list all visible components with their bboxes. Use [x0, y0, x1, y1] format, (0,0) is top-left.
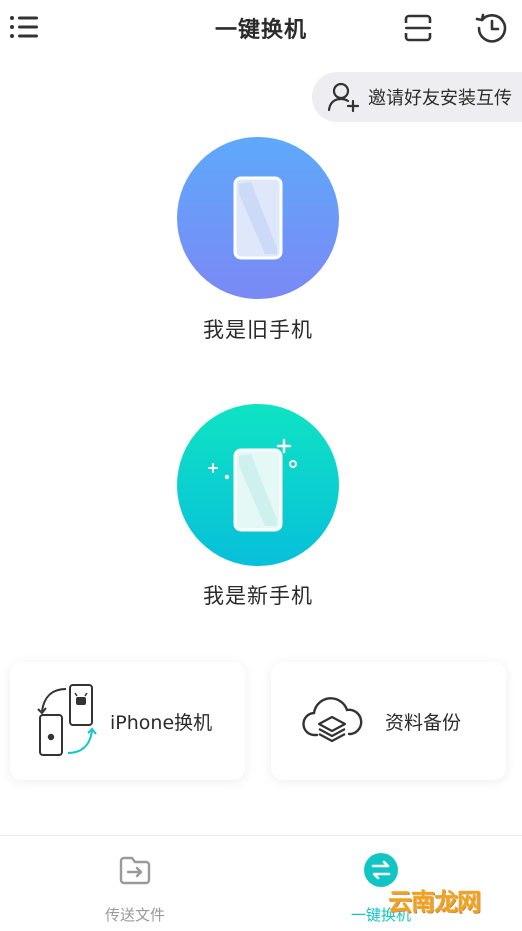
data-backup-card[interactable]: 资料备份	[271, 662, 506, 780]
watermark: 云南龙网	[388, 888, 481, 916]
scan-button[interactable]	[402, 12, 434, 44]
old-phone-button[interactable]	[177, 137, 339, 299]
old-phone-label: 我是旧手机	[203, 318, 313, 342]
new-phone-button[interactable]	[177, 404, 339, 566]
new-phone-icon	[208, 438, 297, 532]
page-title: 一键换机	[214, 18, 307, 43]
scan-frame-icon	[404, 14, 432, 42]
data-backup-label: 资料备份	[385, 711, 462, 734]
add-user-icon	[327, 82, 360, 113]
invite-label: 邀请好友安装互传	[368, 88, 512, 109]
nav-tab-transfer-files[interactable]: 传送文件	[60, 852, 210, 925]
new-phone-label: 我是新手机	[203, 584, 313, 608]
history-clock-icon	[475, 13, 507, 43]
folder-transfer-icon	[119, 856, 151, 885]
invite-friends-button[interactable]: 邀请好友安装互传	[312, 72, 522, 122]
iphone-switch-card[interactable]: iPhone换机	[10, 662, 245, 780]
nav-tab-transfer-files-label: 传送文件	[104, 906, 165, 924]
phone-icon	[233, 176, 283, 260]
phone-transfer-icon	[37, 684, 97, 756]
history-button[interactable]	[474, 10, 510, 46]
iphone-switch-label: iPhone换机	[110, 711, 213, 734]
cloud-backup-icon	[302, 697, 363, 743]
